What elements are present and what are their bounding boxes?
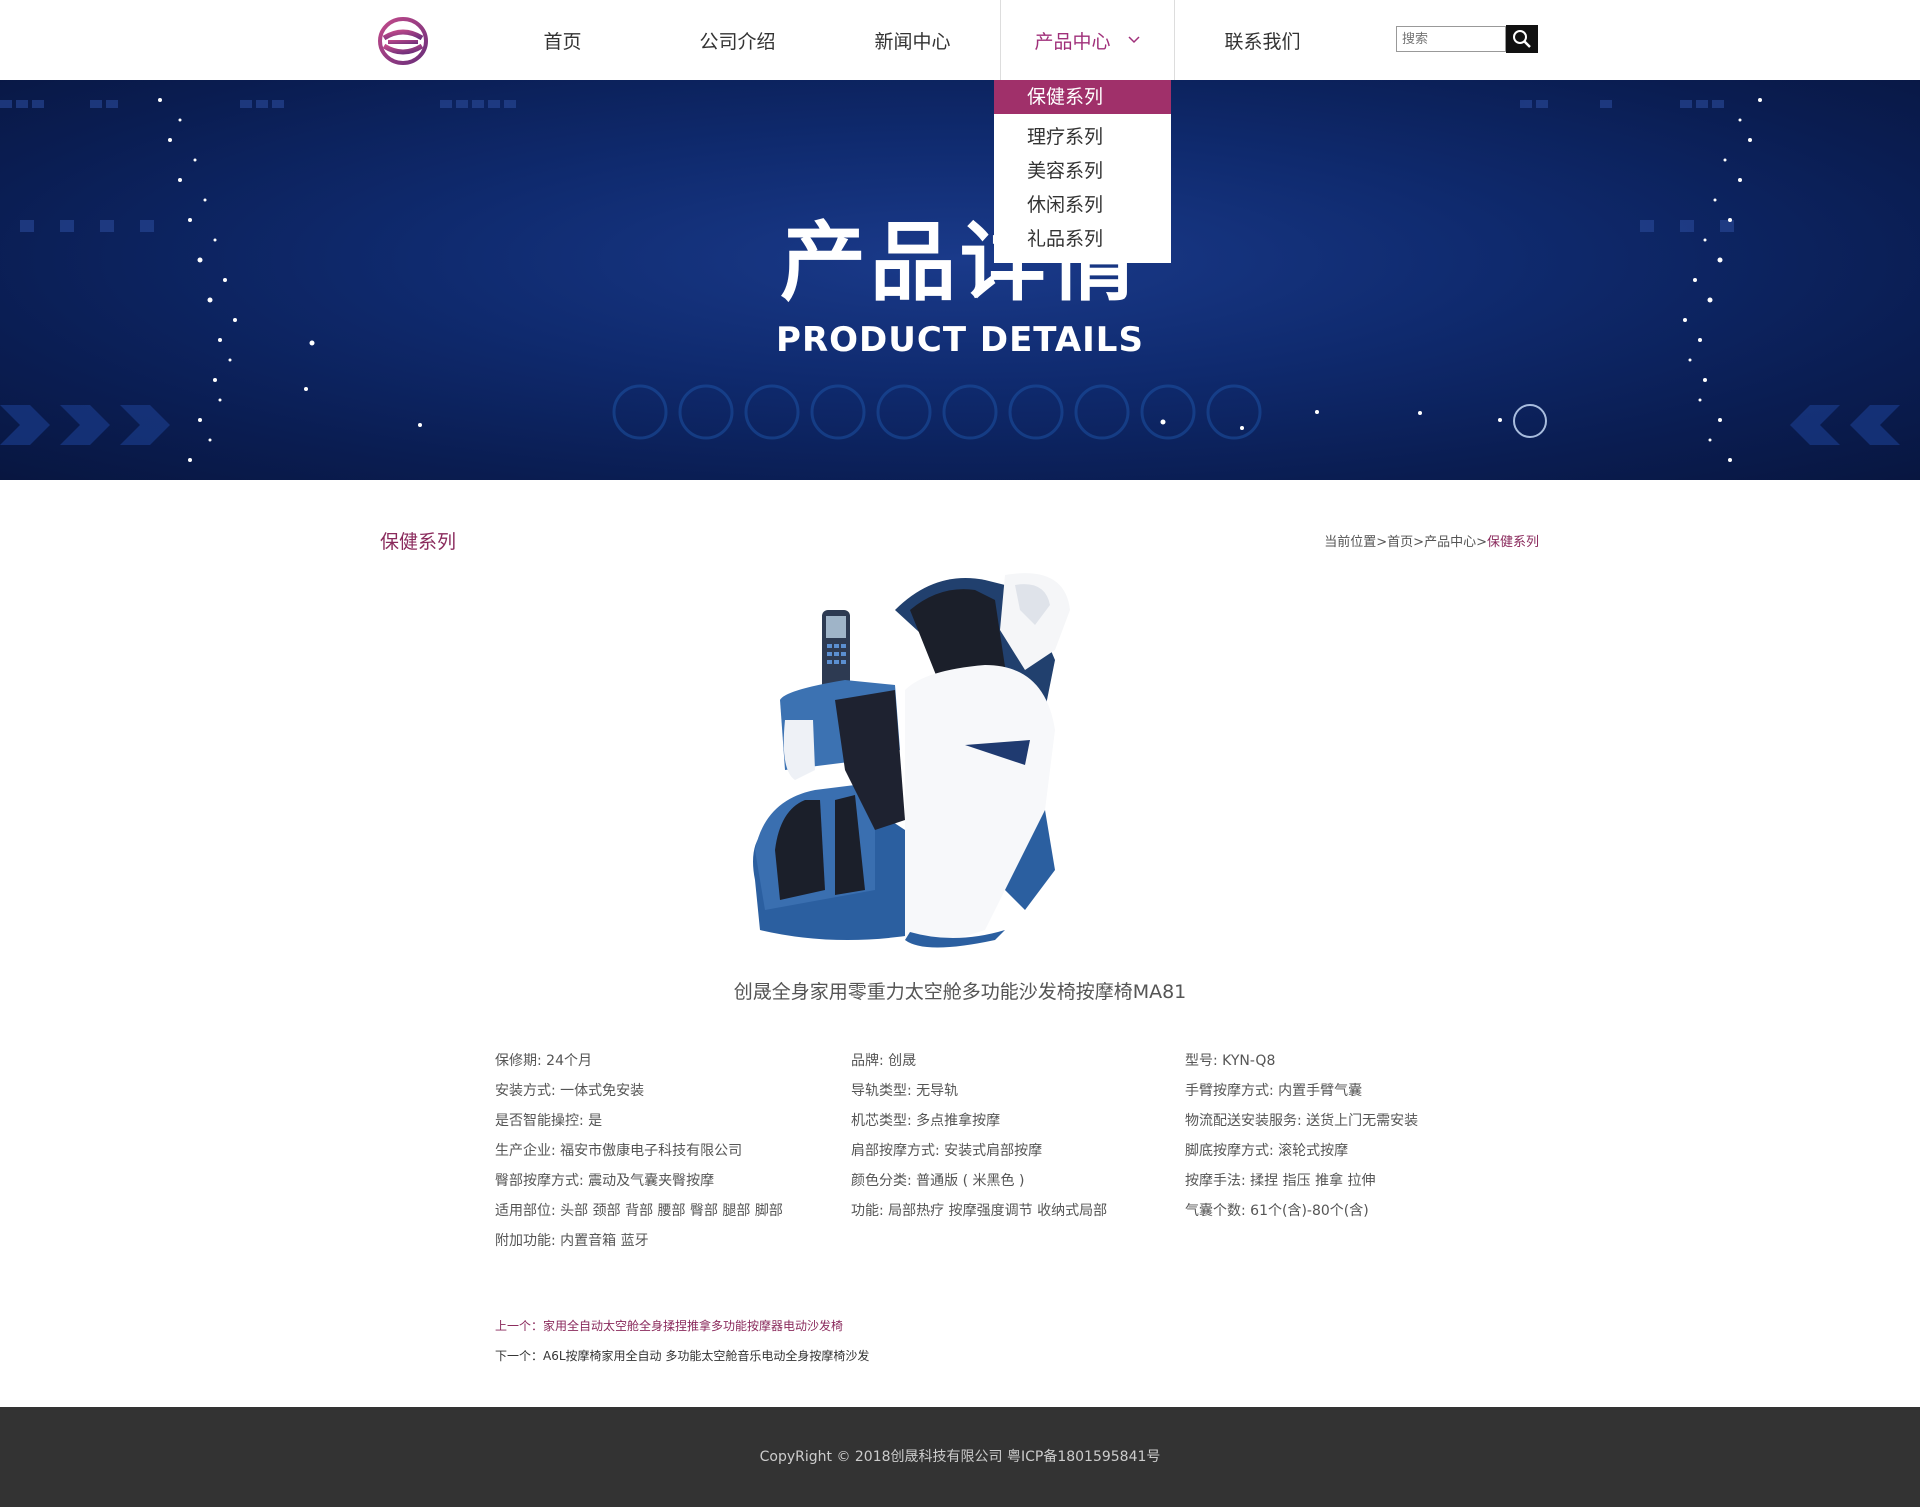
breadcrumb-current[interactable]: 保健系列	[1487, 535, 1539, 550]
breadcrumb: 当前位置>首页>产品中心>保健系列	[1324, 531, 1539, 550]
next-product-link[interactable]: 下一个：A6L按摩椅家用全自动 多功能太空舱音乐电动全身按摩椅沙发	[495, 1347, 869, 1364]
product-name: 创晟全身家用零重力太空舱多功能沙发椅按摩椅MA81	[733, 981, 1187, 1003]
site-header: 首页 公司介绍 新闻中心 产品中心 联系我们	[0, 0, 1920, 80]
spec-item: 是否智能操控: 是	[495, 1113, 603, 1129]
nav-products[interactable]: 产品中心	[1000, 0, 1175, 80]
breadcrumb-sep: >	[1476, 535, 1487, 550]
main-nav: 首页 公司介绍 新闻中心 产品中心 联系我们	[475, 0, 1350, 80]
nav-about-label: 公司介绍	[699, 30, 776, 53]
footer-copyright: CopyRight © 2018创晟科技有限公司 粤ICP备1801595841…	[759, 1449, 1161, 1465]
banner-subtitle: PRODUCT DETAILS	[776, 320, 1144, 360]
spec-item: 型号: KYN-Q8	[1185, 1053, 1276, 1069]
nav-home-label: 首页	[543, 30, 582, 53]
spec-item: 肩部按摩方式: 安装式肩部按摩	[851, 1143, 1043, 1159]
spec-item: 颜色分类: 普通版 ( 米黑色 )	[851, 1173, 1025, 1189]
search-button[interactable]	[1506, 25, 1538, 53]
spec-item: 适用部位: 头部 颈部 背部 腰部 臀部 腿部 脚部	[495, 1203, 783, 1219]
breadcrumb-home[interactable]: 首页	[1387, 535, 1413, 550]
spec-item: 导轨类型: 无导轨	[851, 1083, 959, 1099]
nav-contact[interactable]: 联系我们	[1175, 0, 1350, 80]
banner-title: 产品详情	[780, 213, 1140, 313]
prev-product-link[interactable]: 上一个：家用全自动太空舱全身揉捏推拿多功能按摩器电动沙发椅	[495, 1317, 869, 1334]
nav-news[interactable]: 新闻中心	[825, 0, 1000, 80]
spec-item: 按摩手法: 揉捏 指压 推拿 拉伸	[1185, 1173, 1376, 1189]
dropdown-item-therapy[interactable]: 理疗系列	[994, 120, 1171, 154]
chevron-down-icon	[1127, 36, 1140, 44]
search-icon	[1513, 30, 1531, 48]
spec-item: 生产企业: 福安市傲康电子科技有限公司	[495, 1143, 743, 1159]
company-logo[interactable]	[378, 16, 428, 66]
nav-products-label: 产品中心	[1034, 30, 1111, 53]
nav-contact-label: 联系我们	[1224, 30, 1301, 53]
breadcrumb-products[interactable]: 产品中心	[1424, 535, 1476, 550]
dropdown-item-leisure[interactable]: 休闲系列	[994, 188, 1171, 222]
breadcrumb-sep: >	[1376, 535, 1388, 550]
spec-item: 物流配送安装服务: 送货上门无需安装	[1185, 1113, 1419, 1129]
breadcrumb-sep: >	[1413, 535, 1425, 550]
spec-item: 功能: 局部热疗 按摩强度调节 收纳式局部	[851, 1203, 1108, 1219]
search-box	[1396, 25, 1538, 53]
spec-item: 手臂按摩方式: 内置手臂气囊	[1185, 1083, 1363, 1099]
spec-item: 臀部按摩方式: 震动及气囊夹臀按摩	[495, 1173, 715, 1189]
spec-item: 附加功能: 内置音箱 蓝牙	[495, 1233, 649, 1249]
nav-about[interactable]: 公司介绍	[650, 0, 825, 80]
prev-next-links: 上一个：家用全自动太空舱全身揉捏推拿多功能按摩器电动沙发椅 下一个：A6L按摩椅…	[495, 1317, 869, 1377]
search-input[interactable]	[1396, 26, 1506, 52]
page-banner: 产品详情 PRODUCT DETAILS	[0, 80, 1920, 480]
spec-item: 品牌: 创晟	[851, 1053, 917, 1069]
spec-item: 保修期: 24个月	[495, 1053, 592, 1069]
nav-home[interactable]: 首页	[475, 0, 650, 80]
dropdown-item-gift[interactable]: 礼品系列	[994, 222, 1171, 256]
section-title: 保健系列	[380, 531, 457, 553]
spec-item: 机芯类型: 多点推拿按摩	[851, 1113, 1001, 1129]
breadcrumb-label: 当前位置	[1324, 535, 1377, 550]
dropdown-item-health[interactable]: 保健系列	[994, 80, 1171, 114]
spec-item: 安装方式: 一体式免安装	[495, 1083, 645, 1099]
nav-news-label: 新闻中心	[874, 30, 951, 53]
products-dropdown-menu: 保健系列 理疗系列 美容系列 休闲系列 礼品系列	[994, 80, 1171, 263]
spec-item: 气囊个数: 61个(含)-80个(含)	[1185, 1203, 1369, 1219]
spec-item: 脚底按摩方式: 滚轮式按摩	[1185, 1143, 1349, 1159]
site-footer: CopyRight © 2018创晟科技有限公司 粤ICP备1801595841…	[0, 1407, 1920, 1507]
product-image	[753, 573, 1070, 948]
dropdown-item-beauty[interactable]: 美容系列	[994, 154, 1171, 188]
